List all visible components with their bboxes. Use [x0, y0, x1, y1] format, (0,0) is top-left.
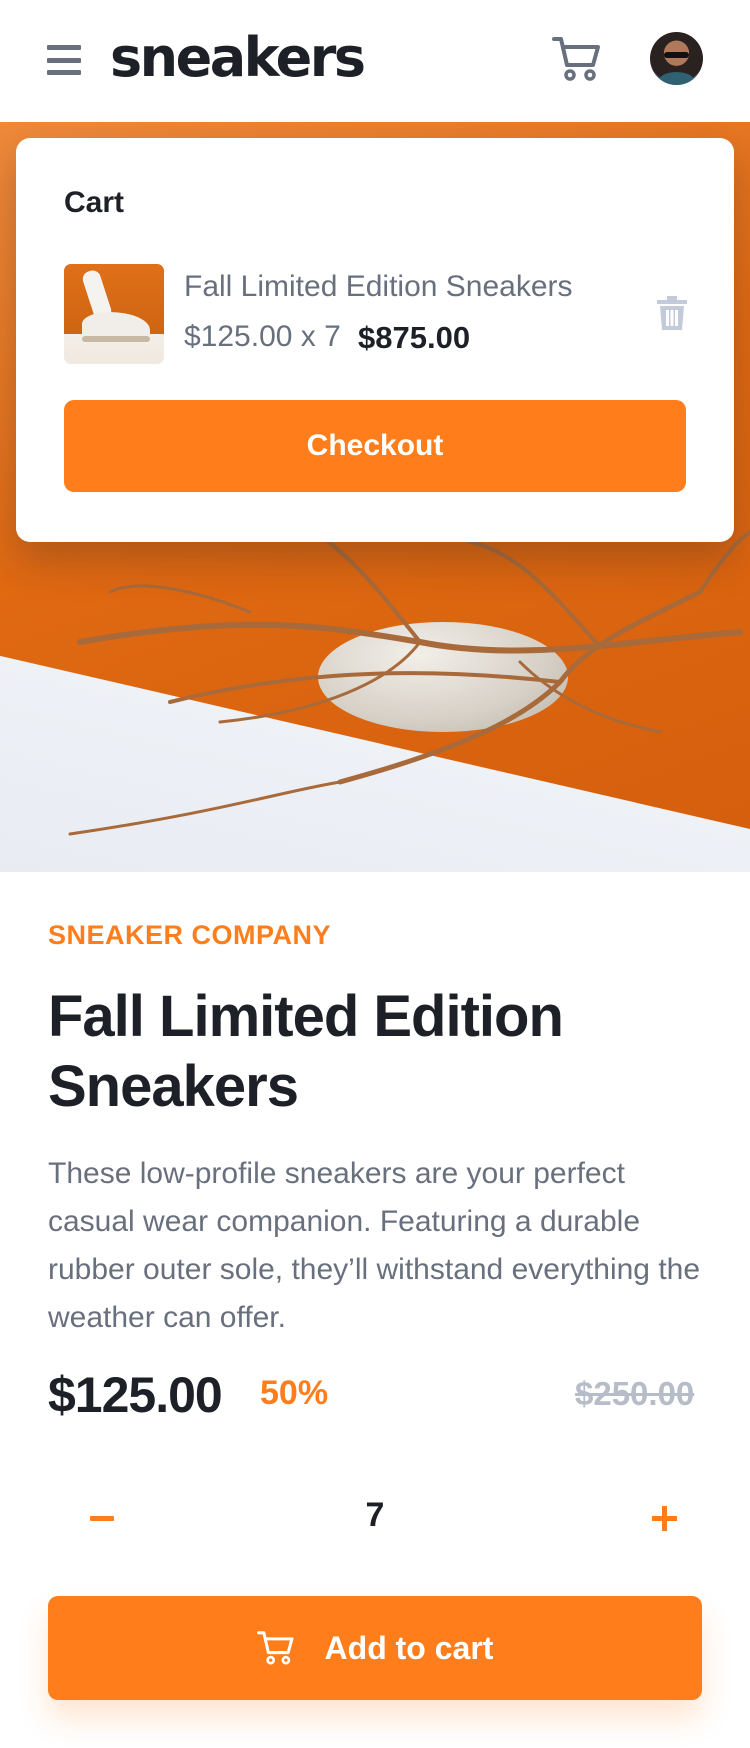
plus-bar-vertical [662, 1506, 667, 1531]
cart-title: Cart [64, 186, 125, 219]
thumbnail-shoe-sole [82, 336, 150, 342]
current-price: $125.00 [48, 1367, 223, 1423]
cart-icon[interactable] [552, 36, 602, 82]
original-price: $250.00 [575, 1375, 695, 1412]
checkout-button[interactable]: Checkout [64, 400, 686, 492]
menu-line [47, 45, 81, 50]
menu-line [47, 70, 81, 75]
cart-item-total: $875.00 [358, 320, 471, 355]
trash-icon[interactable] [657, 296, 687, 330]
cart-icon [256, 1630, 295, 1666]
quantity-stepper: 7 [48, 1476, 702, 1560]
hamburger-menu-icon[interactable] [47, 45, 81, 75]
discount-badge: 50% [260, 1374, 329, 1412]
user-avatar[interactable] [650, 32, 703, 85]
cart-item-name: Fall Limited Edition Sneakers [184, 270, 573, 303]
cart-item-unit-price: $125.00 x 7 [184, 320, 341, 353]
company-name: Sneaker Company [48, 920, 332, 950]
menu-line [47, 57, 81, 63]
add-to-cart-button[interactable]: Add to cart [48, 1596, 702, 1700]
plus-icon[interactable] [640, 1494, 688, 1542]
cart-item-thumbnail [64, 264, 164, 364]
add-to-cart-label: Add to cart [324, 1629, 494, 1666]
product-description: These low-profile sneakers are your perf… [48, 1157, 701, 1334]
logo[interactable]: sneakers [110, 22, 366, 94]
avatar-shirt [658, 72, 695, 85]
quantity-value: 7 [365, 1496, 385, 1534]
top-navigation-bar: sneakers [0, 0, 750, 122]
product-title: Fall Limited Edition Sneakers [48, 984, 564, 1119]
cart-dropdown: Cart Fall Limited Edition Sneakers $125.… [16, 138, 734, 542]
avatar-glasses [664, 52, 689, 58]
